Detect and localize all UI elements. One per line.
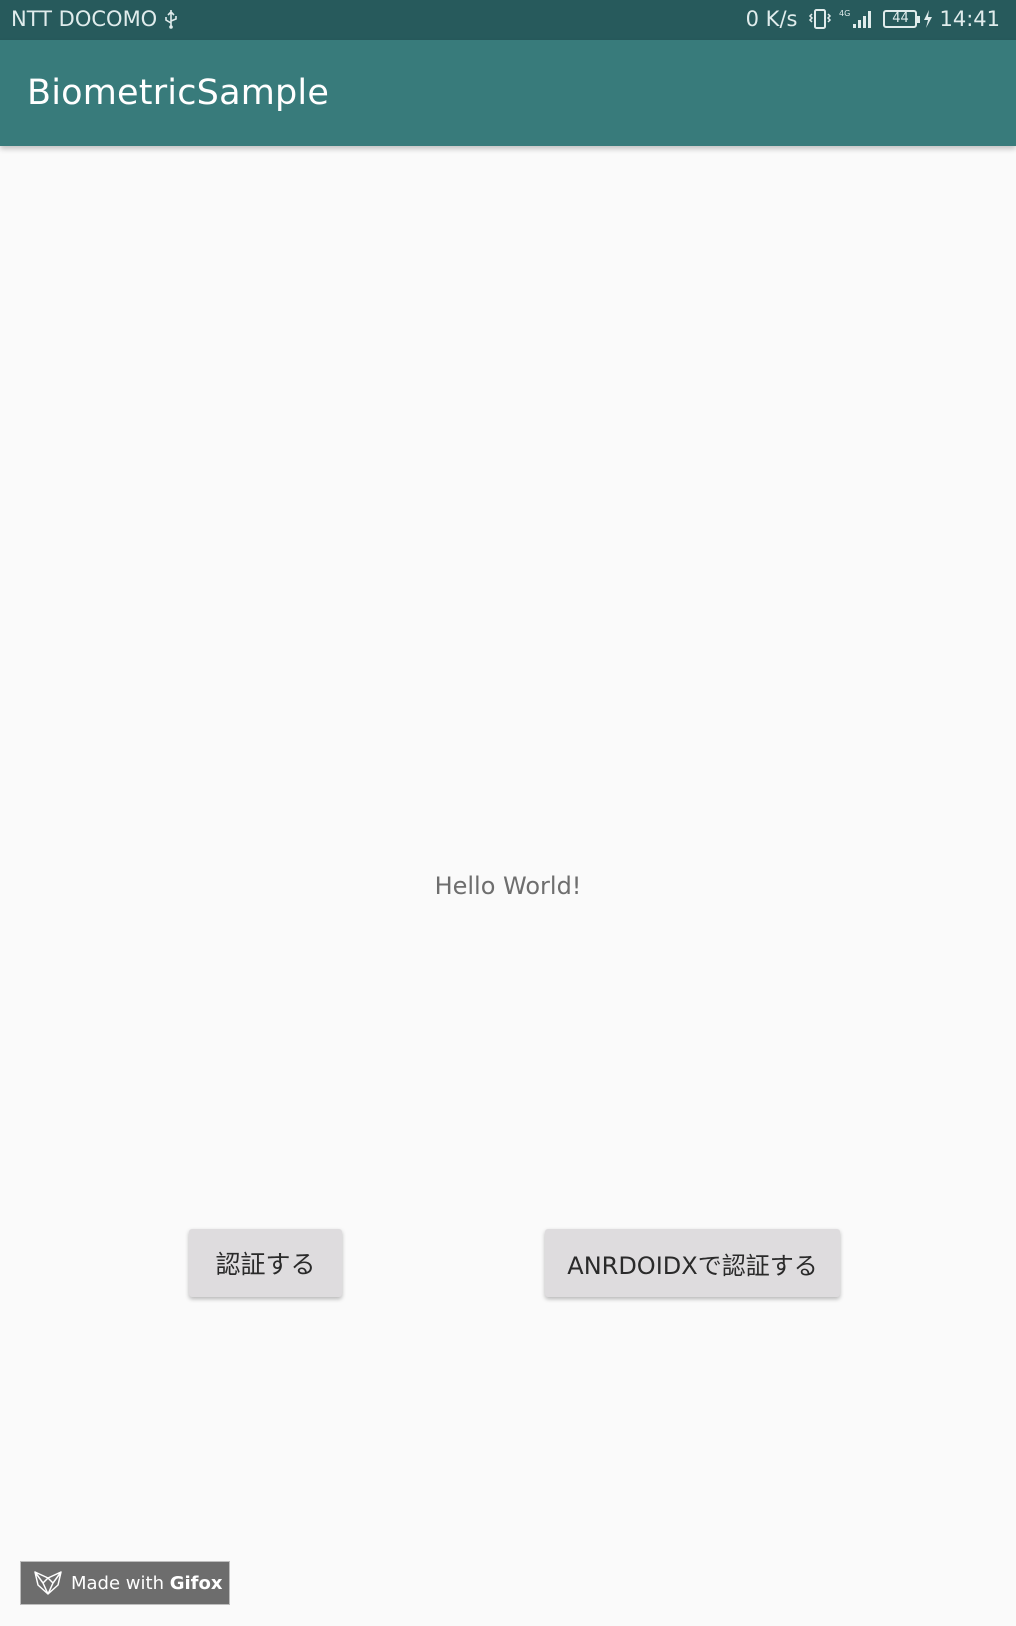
- authenticate-button[interactable]: 認証する: [189, 1229, 342, 1297]
- carrier-name: NTT DOCOMO: [11, 7, 158, 31]
- status-right: 0 K/s 4G 44 14:41: [746, 7, 1000, 31]
- network-type-label: 4G: [839, 9, 850, 18]
- signal-icon: 4G: [839, 8, 877, 30]
- app-bar: BiometricSample: [0, 40, 1016, 146]
- watermark-text: Made with Gifox: [71, 1573, 222, 1594]
- charging-icon: [923, 10, 933, 28]
- clock: 14:41: [939, 7, 1000, 31]
- status-bar: NTT DOCOMO 0 K/s 4G 44 14:41: [0, 0, 1016, 40]
- battery-icon: 44: [883, 10, 921, 28]
- gifox-watermark: Made with Gifox: [20, 1561, 230, 1605]
- usb-icon: [163, 9, 179, 29]
- hello-text: Hello World!: [434, 872, 582, 900]
- status-left: NTT DOCOMO: [11, 7, 179, 31]
- gifox-fox-icon: [33, 1570, 63, 1596]
- watermark-prefix: Made with: [71, 1572, 164, 1594]
- net-speed: 0 K/s: [745, 7, 798, 31]
- app-title: BiometricSample: [27, 73, 330, 113]
- vibrate-icon: [807, 8, 833, 30]
- battery-level: 44: [892, 11, 909, 26]
- watermark-brand: Gifox: [169, 1572, 223, 1594]
- androidx-authenticate-button[interactable]: ANRDOIDXで認証する: [545, 1229, 840, 1297]
